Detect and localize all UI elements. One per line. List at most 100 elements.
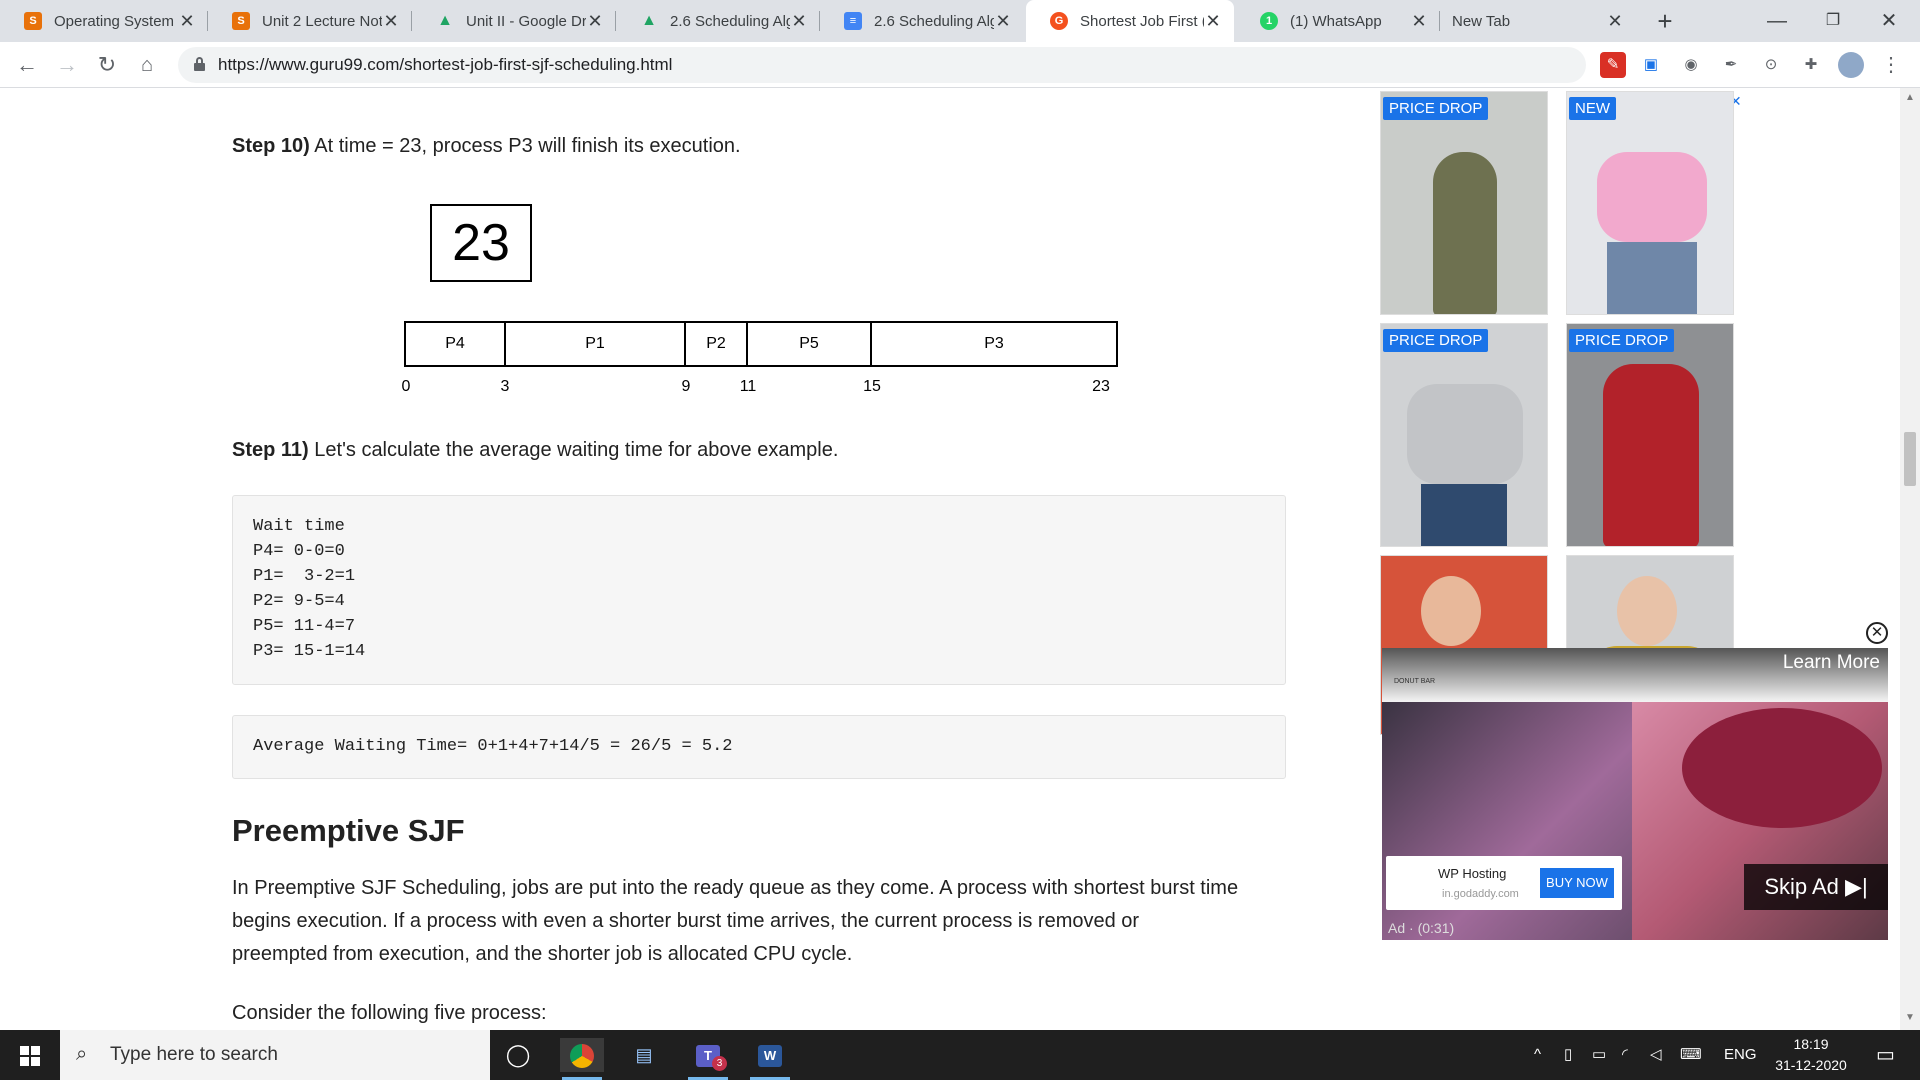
eyedropper-extension-icon[interactable]: ✒ <box>1718 52 1744 78</box>
wp-hosting-domain: in.godaddy.com <box>1442 888 1519 900</box>
lock-icon[interactable] <box>194 57 205 71</box>
taskbar-search[interactable]: ⌕ Type here to search <box>60 1030 490 1080</box>
teams-icon[interactable]: T 3 <box>686 1038 730 1080</box>
ad-tile[interactable]: NEW <box>1566 91 1734 315</box>
minimize-icon[interactable]: — <box>1749 0 1805 42</box>
scroll-down-arrow-icon[interactable]: ▼ <box>1905 1012 1915 1023</box>
code-line: P1= 3-2=1 <box>253 567 356 586</box>
scrollbar-thumb[interactable] <box>1904 432 1916 486</box>
screen-capture-extension-icon[interactable]: ▣ <box>1638 52 1664 78</box>
notifications-icon[interactable]: ▭ <box>1876 1030 1895 1080</box>
window-close-icon[interactable]: ✕ <box>1861 0 1917 42</box>
product-image <box>1421 576 1481 646</box>
close-tab-icon[interactable]: ✕ <box>178 11 196 32</box>
reload-icon[interactable]: ↻ <box>92 50 122 80</box>
whatsapp-icon: 1 <box>1260 12 1278 30</box>
ad-tile[interactable]: PRICE DROP <box>1380 91 1548 315</box>
tab-shortest-job-first[interactable]: G Shortest Job First ( ✕ <box>1026 0 1234 42</box>
product-image <box>1617 576 1677 646</box>
tab-favicon-icon: S <box>24 12 42 30</box>
camera-extension-icon[interactable]: ◉ <box>1678 52 1704 78</box>
close-tab-icon[interactable]: ✕ <box>586 11 604 32</box>
profile-avatar[interactable] <box>1838 52 1864 78</box>
gantt-tick: 23 <box>1092 378 1110 395</box>
tab-operating-system[interactable]: S Operating System ✕ <box>0 0 208 42</box>
language-indicator[interactable]: ENG <box>1724 1030 1757 1080</box>
home-icon[interactable]: ⌂ <box>132 50 162 80</box>
teams-notification-badge: 3 <box>712 1056 727 1071</box>
browser-menu-icon[interactable]: ⋮ <box>1878 52 1904 78</box>
skip-ad-button[interactable]: Skip Ad ▶| <box>1744 864 1888 910</box>
step10-paragraph: Step 10) At time = 23, process P3 will f… <box>232 130 741 163</box>
wait-time-code-block: Wait time P4= 0-0=0 P1= 3-2=1 P2= 9-5=4 … <box>232 495 1286 685</box>
google-drive-icon: ▲ <box>437 12 453 29</box>
gantt-block-p3: P3 <box>984 335 1004 352</box>
step11-paragraph: Step 11) Let's calculate the average wai… <box>232 434 838 467</box>
windows-logo-icon <box>20 1046 40 1066</box>
close-tab-icon[interactable]: ✕ <box>1204 11 1222 32</box>
gantt-block-p2: P2 <box>686 323 748 365</box>
address-bar[interactable]: https://www.guru99.com/shortest-job-firs… <box>178 47 1586 83</box>
product-image <box>1421 484 1507 546</box>
start-button[interactable] <box>0 1030 60 1080</box>
tab-whatsapp[interactable]: 1 (1) WhatsApp ✕ <box>1236 0 1440 42</box>
word-icon[interactable]: W <box>748 1038 792 1080</box>
volume-icon[interactable]: ◁ <box>1650 1030 1662 1080</box>
windows-taskbar: ⌕ Type here to search ◯ ▤ T 3 W ^ ▯ ▭ ◜ … <box>0 1030 1920 1080</box>
device-icon[interactable]: ▯ <box>1564 1030 1572 1080</box>
tab-favicon-icon: S <box>232 12 250 30</box>
extension-circle-icon[interactable]: ⊙ <box>1758 52 1784 78</box>
screen: S Operating System ✕ S Unit 2 Lecture No… <box>0 0 1920 1080</box>
chrome-icon[interactable] <box>560 1038 604 1080</box>
show-hidden-icons-icon[interactable]: ^ <box>1534 1030 1541 1080</box>
wp-hosting-card[interactable]: WP Hosting in.godaddy.com BUY NOW <box>1386 856 1622 910</box>
learn-more-link[interactable]: Learn More <box>1783 652 1880 674</box>
preemptive-paragraph-line: preempted from execution, and the shorte… <box>232 943 853 965</box>
current-time-box: 23 <box>430 204 532 282</box>
code-line: P2= 9-5=4 <box>253 592 345 611</box>
price-drop-badge: PRICE DROP <box>1383 329 1489 352</box>
back-arrow-icon[interactable]: ← <box>12 50 42 80</box>
tab-scheduling-docs[interactable]: ≡ 2.6 Scheduling Alg ✕ <box>820 0 1024 42</box>
code-line: P4= 0-0=0 <box>253 542 345 561</box>
taskbar-clock[interactable]: 18:19 31-12-2020 <box>1766 1034 1856 1076</box>
close-tab-icon[interactable]: ✕ <box>790 11 808 32</box>
ad-tile[interactable]: PRICE DROP <box>1380 323 1548 547</box>
close-tab-icon[interactable]: ✕ <box>994 11 1012 32</box>
search-placeholder[interactable]: Type here to search <box>110 1030 278 1080</box>
restore-icon[interactable]: ❐ <box>1805 0 1861 42</box>
close-tab-icon[interactable]: ✕ <box>1606 11 1624 32</box>
close-ad-icon[interactable]: ✕ <box>1866 622 1888 644</box>
step10-label: Step 10) <box>232 135 310 157</box>
acrobat-extension-icon[interactable]: ✎ <box>1600 52 1626 78</box>
gantt-tick: 9 <box>681 378 691 395</box>
tab-new-tab[interactable]: New Tab ✕ <box>1440 0 1636 42</box>
url-text[interactable]: https://www.guru99.com/shortest-job-firs… <box>218 47 672 83</box>
ad-tile[interactable]: PRICE DROP <box>1566 323 1734 547</box>
remote-desktop-icon[interactable]: ▤ <box>622 1038 666 1072</box>
gantt-tick: 11 <box>739 378 757 395</box>
video-ad[interactable]: DONUT BAR Learn More WP Hosting in.godad… <box>1382 648 1888 940</box>
close-tab-icon[interactable]: ✕ <box>382 11 400 32</box>
page-scrollbar[interactable]: ▲ ▼ <box>1900 88 1920 1030</box>
tab-scheduling-drive[interactable]: ▲ 2.6 Scheduling Alg ✕ <box>616 0 820 42</box>
tab-google-drive[interactable]: ▲ Unit II - Google Dr ✕ <box>412 0 616 42</box>
wifi-icon[interactable]: ◜ <box>1622 1030 1628 1080</box>
tab-strip: S Operating System ✕ S Unit 2 Lecture No… <box>0 0 1920 42</box>
scroll-up-arrow-icon[interactable]: ▲ <box>1905 92 1915 103</box>
ad-countdown: Ad · (0:31) <box>1388 920 1455 936</box>
forward-arrow-icon[interactable]: → <box>52 50 82 80</box>
ad-shop-label: DONUT BAR <box>1394 678 1436 685</box>
close-tab-icon[interactable]: ✕ <box>1410 11 1428 32</box>
keyboard-icon[interactable]: ⌨ <box>1680 1030 1702 1080</box>
tab-title: 2.6 Scheduling Alg <box>874 12 994 30</box>
tab-title: Unit 2 Lecture Not <box>262 12 382 30</box>
new-tab-plus-icon[interactable]: + <box>1650 6 1680 36</box>
buy-now-button[interactable]: BUY NOW <box>1540 868 1614 898</box>
battery-icon[interactable]: ▭ <box>1592 1030 1606 1080</box>
tab-unit2-lecture[interactable]: S Unit 2 Lecture Not ✕ <box>208 0 412 42</box>
section-heading: Preemptive SJF <box>232 813 465 848</box>
extensions-puzzle-icon[interactable]: ✚ <box>1798 52 1824 78</box>
clock-date: 31-12-2020 <box>1775 1057 1847 1073</box>
task-view-icon[interactable]: ◯ <box>496 1038 540 1072</box>
